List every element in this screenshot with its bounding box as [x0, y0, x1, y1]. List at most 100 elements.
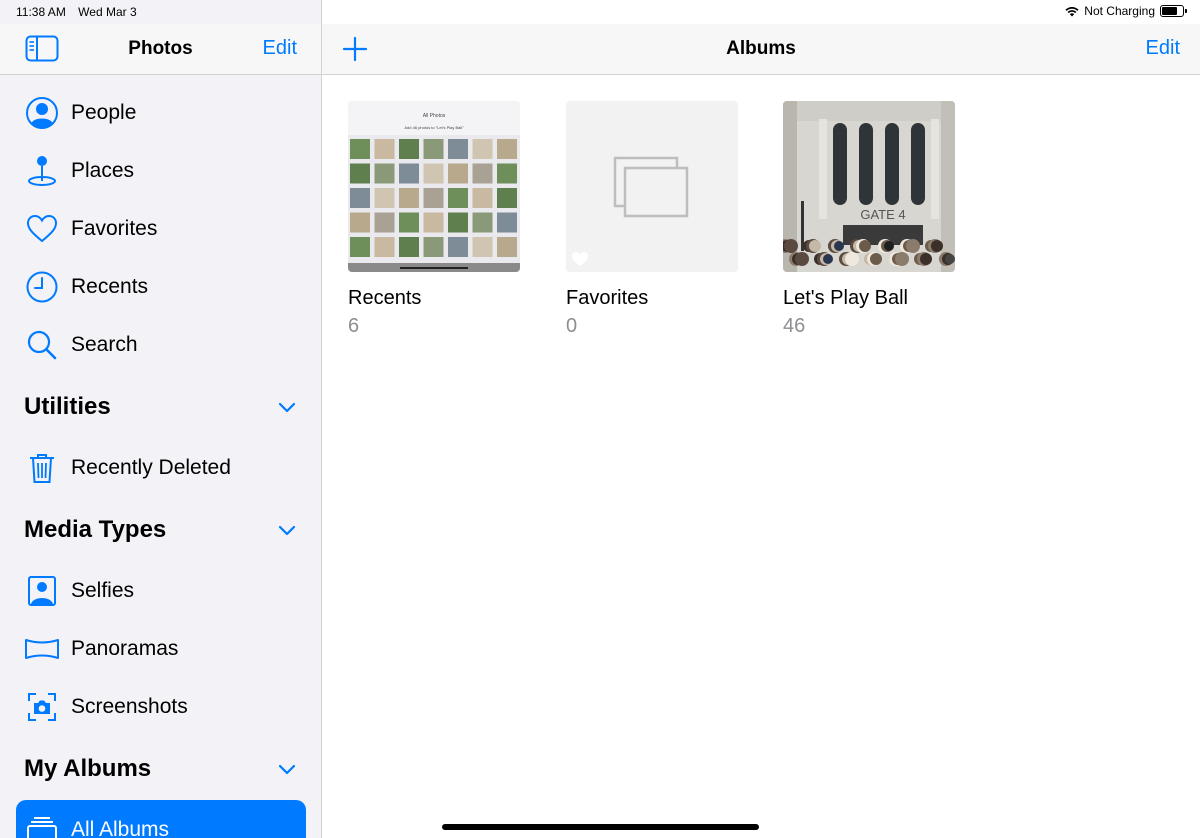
- sidebar-item-recently-deleted[interactable]: Recently Deleted: [0, 444, 321, 492]
- album-name: Favorites: [566, 287, 649, 309]
- sidebar-toggle-icon[interactable]: [25, 35, 59, 62]
- sidebar-item-selfies[interactable]: Selfies: [0, 567, 321, 615]
- status-bar: 11:38 AM Wed Mar 3 Not Charging: [0, 0, 1200, 24]
- photo-tile: [472, 163, 493, 184]
- photo-tile: [448, 212, 468, 233]
- photo-tile: [350, 139, 370, 159]
- crowd-person: [809, 240, 821, 252]
- photo-tile: [374, 139, 395, 159]
- heart-icon: [24, 211, 60, 247]
- chevron-down-icon[interactable]: [277, 522, 297, 538]
- photo-tile: [374, 163, 395, 184]
- screenshot-icon: [24, 689, 60, 725]
- photo-tile: [472, 139, 493, 159]
- chevron-down-icon[interactable]: [277, 761, 297, 777]
- sidebar-edit-button[interactable]: Edit: [263, 37, 297, 60]
- map-pin-icon: [24, 153, 60, 189]
- album-count: 0: [566, 315, 578, 337]
- recents-thumbnail-image: All Photos Add 46 photos to "Let's Play …: [348, 101, 520, 272]
- status-date: Wed Mar 3: [78, 5, 137, 19]
- sidebar-item-label: Search: [71, 333, 138, 356]
- photo-tile: [497, 212, 517, 233]
- plus-icon[interactable]: [342, 36, 368, 62]
- sidebar-item-recents[interactable]: Recents: [0, 263, 321, 311]
- photo-tile: [423, 188, 444, 208]
- sidebar-item-search[interactable]: Search: [0, 321, 321, 369]
- photo-tile: [448, 237, 468, 257]
- panorama-icon: [24, 631, 60, 667]
- section-title: My Albums: [24, 755, 152, 782]
- photo-tile: [423, 163, 444, 184]
- section-title: Media Types: [24, 516, 167, 543]
- crowd-person: [945, 254, 955, 264]
- photo-tile: [399, 212, 419, 233]
- photo-tile: [374, 237, 395, 257]
- album-thumbnail: [566, 101, 738, 272]
- sidebar-item-label: Recently Deleted: [71, 456, 231, 479]
- section-media-types[interactable]: Media Types: [0, 510, 321, 550]
- photo-grid: [350, 139, 517, 257]
- crowd-person: [884, 241, 894, 251]
- photo-tile: [399, 139, 419, 159]
- photo-tile: [448, 139, 468, 159]
- sidebar-item-label: Panoramas: [71, 637, 179, 660]
- sidebar-item-panoramas[interactable]: Panoramas: [0, 625, 321, 673]
- clock-icon: [24, 269, 60, 305]
- trash-icon: [24, 450, 60, 486]
- status-time: 11:38 AM: [16, 5, 66, 19]
- sidebar-item-label: Screenshots: [71, 695, 188, 718]
- chevron-down-icon[interactable]: [277, 399, 297, 415]
- crowd-person: [895, 252, 909, 266]
- sidebar-item-all-albums[interactable]: All Albums: [16, 800, 306, 838]
- sidebar-item-people[interactable]: People: [0, 89, 321, 137]
- sidebar-item-label: People: [71, 101, 137, 124]
- photo-tile: [472, 237, 493, 257]
- battery-level: [1162, 7, 1177, 15]
- album-name: Let's Play Ball: [783, 287, 908, 309]
- battery-status-text: Not Charging: [1084, 4, 1155, 18]
- album-favorites[interactable]: Favorites 0: [566, 101, 738, 338]
- page-title: Albums: [726, 38, 796, 59]
- empty-album-icon: [572, 156, 689, 266]
- sidebar: Photos Edit People Places Favorites Rece…: [0, 0, 322, 838]
- albums-icon: [24, 812, 60, 838]
- photos-app: 11:38 AM Wed Mar 3 Not Charging Photos E…: [0, 0, 1200, 838]
- home-indicator[interactable]: [442, 824, 759, 830]
- album-thumbnail: All Photos Add 46 photos to "Let's Play …: [348, 101, 520, 272]
- photo-tile: [374, 188, 395, 208]
- photo-tile: [497, 237, 517, 257]
- crowd-person: [795, 252, 809, 266]
- status-left: 11:38 AM Wed Mar 3: [16, 5, 146, 19]
- crowd-person: [823, 254, 833, 264]
- photo-tile: [423, 212, 444, 233]
- photo-tile: [350, 212, 370, 233]
- all-albums-row: All Albums: [16, 800, 306, 838]
- crowd-person: [834, 241, 844, 251]
- album-name: Recents: [348, 287, 422, 309]
- section-my-albums[interactable]: My Albums: [0, 749, 321, 789]
- photo-tile: [399, 237, 419, 257]
- photo-tile: [350, 237, 370, 257]
- sidebar-item-favorites[interactable]: Favorites: [0, 205, 321, 253]
- photo-tile: [448, 163, 468, 184]
- recents-thumb-header: All Photos: [423, 113, 446, 119]
- photo-tile: [399, 188, 419, 208]
- selfie-icon: [24, 573, 60, 609]
- photo-tile: [423, 139, 444, 159]
- album-count: 6: [348, 315, 360, 337]
- section-utilities[interactable]: Utilities: [0, 387, 321, 427]
- sidebar-item-label: Favorites: [71, 217, 158, 240]
- photo-tile: [497, 163, 517, 184]
- sidebar-item-screenshots[interactable]: Screenshots: [0, 683, 321, 731]
- album-recents[interactable]: All Photos Add 46 photos to "Let's Play …: [348, 101, 520, 338]
- albums-edit-button[interactable]: Edit: [1146, 37, 1180, 60]
- sidebar-item-places[interactable]: Places: [0, 147, 321, 195]
- recents-thumb-subtitle: Add 46 photos to "Let's Play Ball": [404, 125, 464, 130]
- person-circle-icon: [24, 95, 60, 131]
- crowd-person: [784, 239, 798, 253]
- search-icon: [24, 327, 60, 363]
- stadium-sign-text: GATE 4: [860, 207, 905, 222]
- crowd-person: [870, 253, 882, 265]
- photo-tile: [399, 163, 419, 184]
- album-lets-play-ball[interactable]: GATE 4 Let's Play Ball 46: [783, 101, 955, 338]
